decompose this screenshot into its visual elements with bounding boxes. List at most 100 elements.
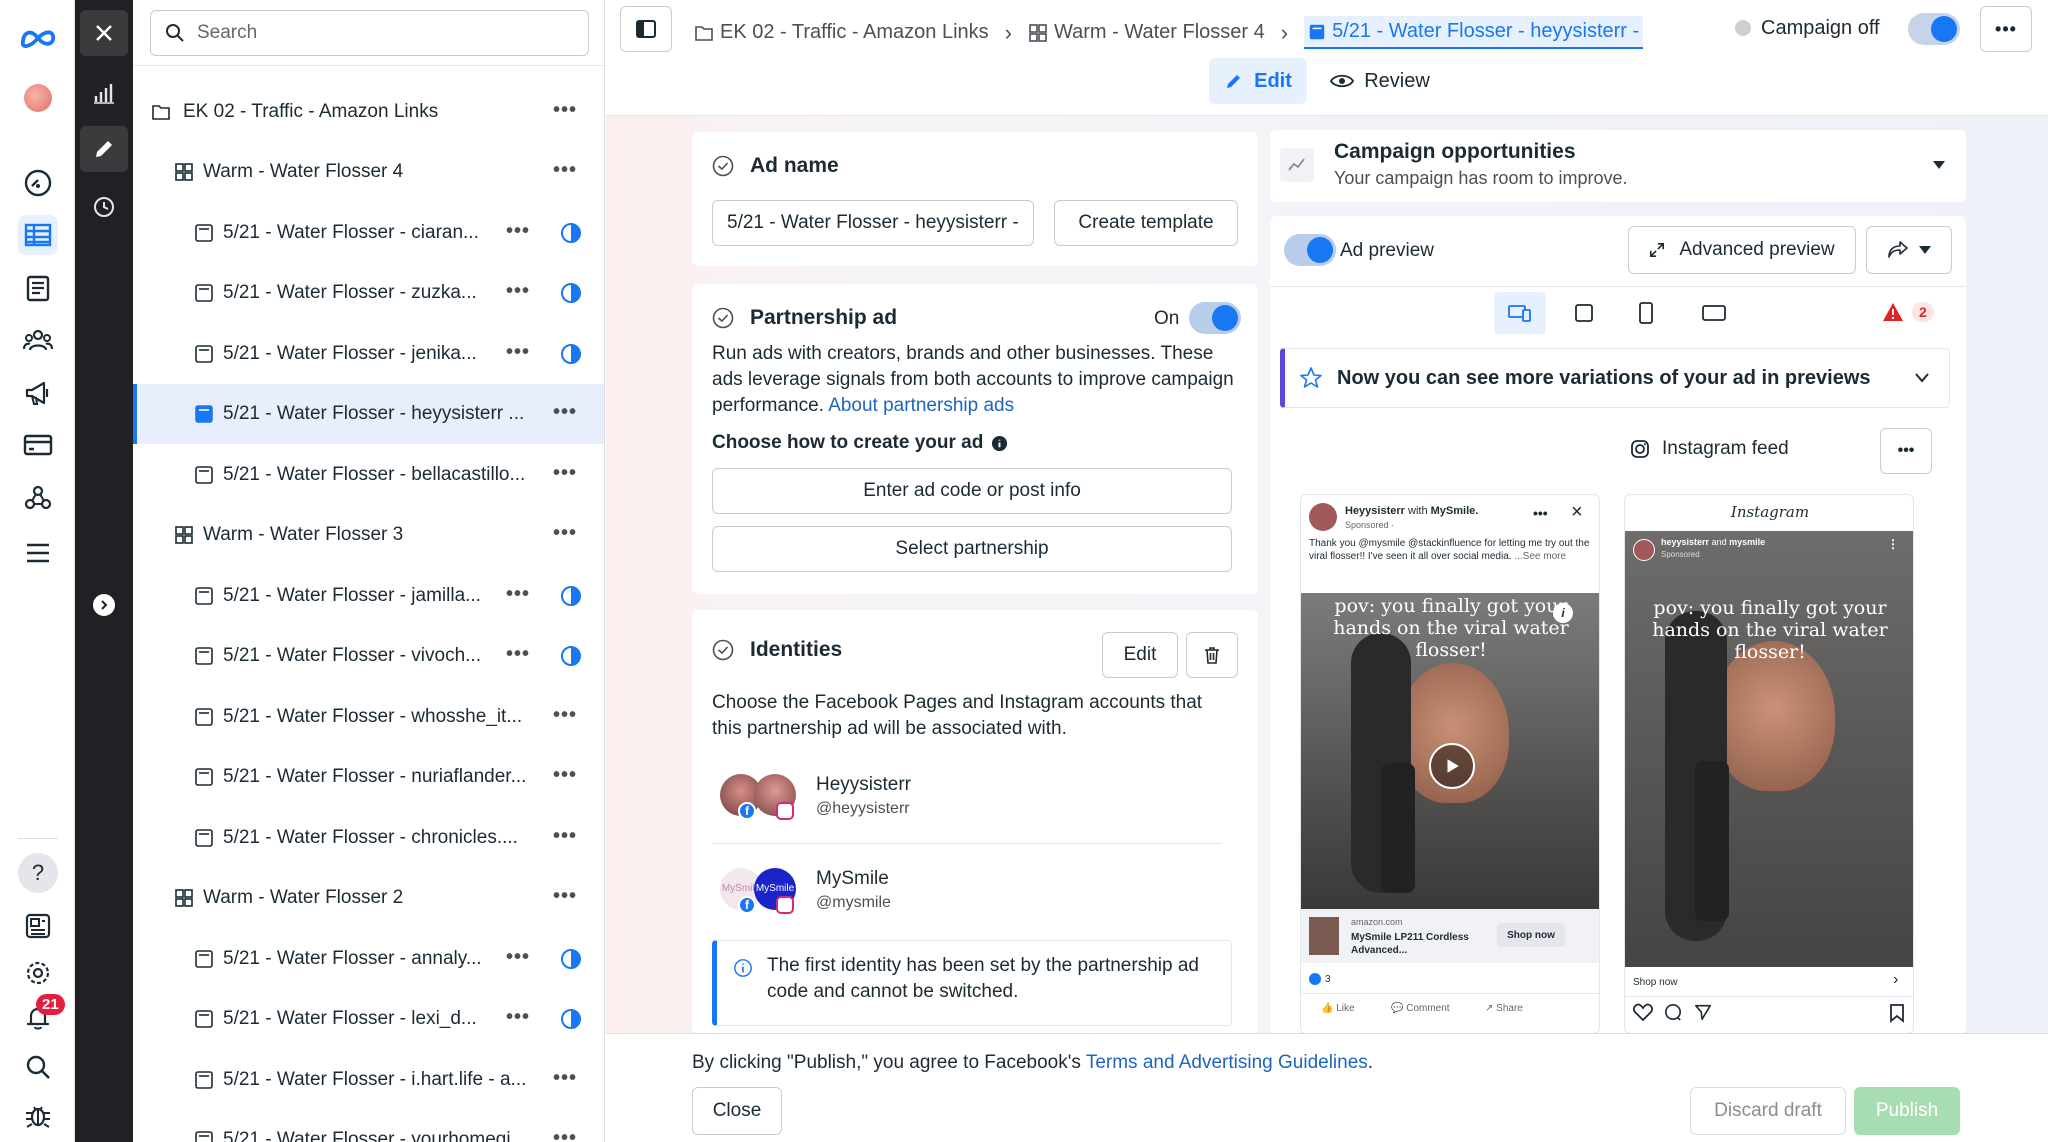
account-avatar[interactable] xyxy=(18,78,58,118)
info-icon[interactable] xyxy=(991,435,1008,452)
more-options-icon[interactable]: ••• xyxy=(506,220,530,243)
tree-ad-row[interactable]: 5/21 - Water Flosser - chronicles.... ••• xyxy=(133,808,604,868)
tree-ad-row[interactable]: 5/21 - Water Flosser - heyysisterr ... ••… xyxy=(133,384,604,444)
tree-campaign-row[interactable]: EK 02 - Traffic - Amazon Links ••• xyxy=(133,82,604,142)
more-options-icon[interactable]: ••• xyxy=(506,1006,530,1029)
tree-ad-row[interactable]: 5/21 - Water Flosser - nuriaflander... ••… xyxy=(133,747,604,807)
ads-manager-table-icon[interactable] xyxy=(18,215,58,255)
megaphone-icon[interactable] xyxy=(18,373,58,413)
tree-adset-row[interactable]: Warm - Water Flosser 4 ••• xyxy=(133,142,604,202)
more-options-icon[interactable]: ••• xyxy=(506,946,530,969)
more-options-icon[interactable]: ••• xyxy=(553,159,577,182)
desktop-view-button[interactable] xyxy=(1688,292,1740,334)
tree-ad-row[interactable]: 5/21 - Water Flosser - lexi_d... ••• xyxy=(133,989,604,1049)
sidebar-toggle-icon xyxy=(636,20,656,38)
more-options-icon[interactable]: ••• xyxy=(553,99,577,122)
tree-ad-row[interactable]: 5/21 - Water Flosser - i.hart.life - a..… xyxy=(133,1050,604,1110)
publish-button[interactable]: Publish xyxy=(1854,1087,1960,1135)
tree-ad-row[interactable]: 5/21 - Water Flosser - bellacastillo... •… xyxy=(133,445,604,505)
tree-ad-row[interactable]: 5/21 - Water Flosser - yourhomegi... ••• xyxy=(133,1110,604,1142)
more-options-icon[interactable]: ••• xyxy=(506,583,530,606)
toggle-panel-button[interactable] xyxy=(620,6,672,52)
ad-icon xyxy=(195,405,213,423)
all-devices-view-button[interactable] xyxy=(1494,292,1546,334)
more-options-icon[interactable]: ••• xyxy=(553,462,577,485)
news-feed-icon[interactable] xyxy=(18,906,58,946)
trash-icon xyxy=(1205,647,1219,664)
discard-draft-button[interactable]: Discard draft xyxy=(1690,1087,1846,1135)
billing-card-icon[interactable] xyxy=(18,425,58,465)
tree-ad-row[interactable]: 5/21 - Water Flosser - whosshe_it... ••• xyxy=(133,687,604,747)
tree-search-input[interactable] xyxy=(197,22,557,44)
more-options-icon[interactable]: ••• xyxy=(506,280,530,303)
breadcrumb-current-ad[interactable]: 5/21 - Water Flosser - heyysisterr - xyxy=(1304,16,1644,49)
preview-warnings[interactable]: 2 xyxy=(1882,302,1934,322)
campaign-opportunities-card[interactable]: Campaign opportunities Your campaign has… xyxy=(1270,130,1966,202)
about-partnership-link[interactable]: About partnership ads xyxy=(828,395,1014,416)
delivery-status-icon xyxy=(561,222,581,243)
tree-adset-row[interactable]: Warm - Water Flosser 3 ••• xyxy=(133,505,604,565)
tree-ad-row[interactable]: 5/21 - Water Flosser - vivoch... ••• xyxy=(133,626,604,686)
more-options-icon[interactable]: ••• xyxy=(553,825,577,848)
ad-icon xyxy=(195,1131,213,1142)
select-partnership-button[interactable]: Select partnership xyxy=(712,526,1232,572)
all-tools-menu-icon[interactable] xyxy=(18,533,58,573)
audiences-icon[interactable] xyxy=(18,320,58,360)
terms-link[interactable]: Terms and Advertising Guidelines xyxy=(1086,1052,1368,1073)
more-options-icon[interactable]: ••• xyxy=(553,885,577,908)
pages-icon[interactable] xyxy=(18,268,58,308)
advanced-preview-button[interactable]: Advanced preview xyxy=(1628,226,1856,274)
search-icon[interactable] xyxy=(18,1047,58,1087)
meta-logo-icon[interactable] xyxy=(18,18,58,58)
partnership-toggle[interactable] xyxy=(1189,302,1241,334)
share-preview-button[interactable] xyxy=(1866,226,1952,274)
variations-banner[interactable]: Now you can see more variations of your … xyxy=(1280,348,1950,408)
dashboard-gauge-icon[interactable] xyxy=(18,163,58,203)
expand-panel-chevron-icon[interactable] xyxy=(80,582,128,628)
tree-adset-row[interactable]: Warm - Water Flosser 2 ••• xyxy=(133,868,604,928)
more-options-icon[interactable]: ••• xyxy=(553,1067,577,1090)
delete-identity-button[interactable] xyxy=(1186,632,1238,678)
more-options-icon[interactable]: ••• xyxy=(506,341,530,364)
breadcrumb-adset[interactable]: Warm - Water Flosser 4 xyxy=(1054,21,1265,44)
campaign-toggle[interactable] xyxy=(1908,13,1960,45)
business-network-icon[interactable] xyxy=(18,478,58,518)
close-button[interactable]: Close xyxy=(692,1087,782,1135)
more-options-icon[interactable]: ••• xyxy=(553,1127,577,1142)
notifications-bell-icon[interactable]: 21 xyxy=(18,994,65,1038)
more-options-icon[interactable]: ••• xyxy=(506,643,530,666)
tree-ad-row[interactable]: 5/21 - Water Flosser - zuzka... ••• xyxy=(133,263,604,323)
more-options-icon[interactable]: ••• xyxy=(553,764,577,787)
help-icon[interactable]: ? xyxy=(18,853,58,893)
more-options-icon[interactable]: ••• xyxy=(553,522,577,545)
history-clock-icon[interactable] xyxy=(80,184,128,230)
close-editor-icon[interactable] xyxy=(80,10,128,56)
tree-ad-row[interactable]: 5/21 - Water Flosser - jenika... ••• xyxy=(133,324,604,384)
edit-pencil-icon[interactable] xyxy=(80,126,128,172)
edit-mode-button[interactable]: Edit xyxy=(1209,58,1307,104)
settings-gear-icon[interactable] xyxy=(18,953,58,993)
tree-ad-row[interactable]: 5/21 - Water Flosser - annaly... ••• xyxy=(133,929,604,989)
create-template-button[interactable]: Create template xyxy=(1054,200,1238,246)
more-options-icon[interactable]: ••• xyxy=(553,401,577,424)
tree-ad-row[interactable]: 5/21 - Water Flosser - ciaran... ••• xyxy=(133,203,604,263)
placement-options-button[interactable]: ••• xyxy=(1880,428,1932,474)
square-view-button[interactable] xyxy=(1558,292,1610,334)
ad-name-input[interactable]: 5/21 - Water Flosser - heyysisterr - xyxy=(712,200,1034,246)
identities-edit-button[interactable]: Edit xyxy=(1102,632,1178,678)
review-mode-button[interactable]: Review xyxy=(1330,58,1430,104)
charts-icon[interactable] xyxy=(80,70,128,116)
report-bug-icon[interactable] xyxy=(18,1095,58,1135)
more-options-icon[interactable]: ••• xyxy=(553,704,577,727)
ad-name-card: Ad name 5/21 - Water Flosser - heyysiste… xyxy=(692,132,1258,266)
enter-ad-code-button[interactable]: Enter ad code or post info xyxy=(712,468,1232,514)
ad-preview-toggle[interactable] xyxy=(1284,234,1336,266)
mobile-view-button[interactable] xyxy=(1620,292,1672,334)
breadcrumb-campaign[interactable]: EK 02 - Traffic - Amazon Links xyxy=(720,21,989,44)
advanced-preview-label: Advanced preview xyxy=(1679,239,1835,260)
person-face xyxy=(1713,641,1835,791)
caret-down-icon[interactable] xyxy=(1932,160,1946,170)
tree-row-label: 5/21 - Water Flosser - heyysisterr ... xyxy=(223,403,525,424)
tree-ad-row[interactable]: 5/21 - Water Flosser - jamilla... ••• xyxy=(133,566,604,626)
more-options-button[interactable]: ••• xyxy=(1980,6,2032,52)
